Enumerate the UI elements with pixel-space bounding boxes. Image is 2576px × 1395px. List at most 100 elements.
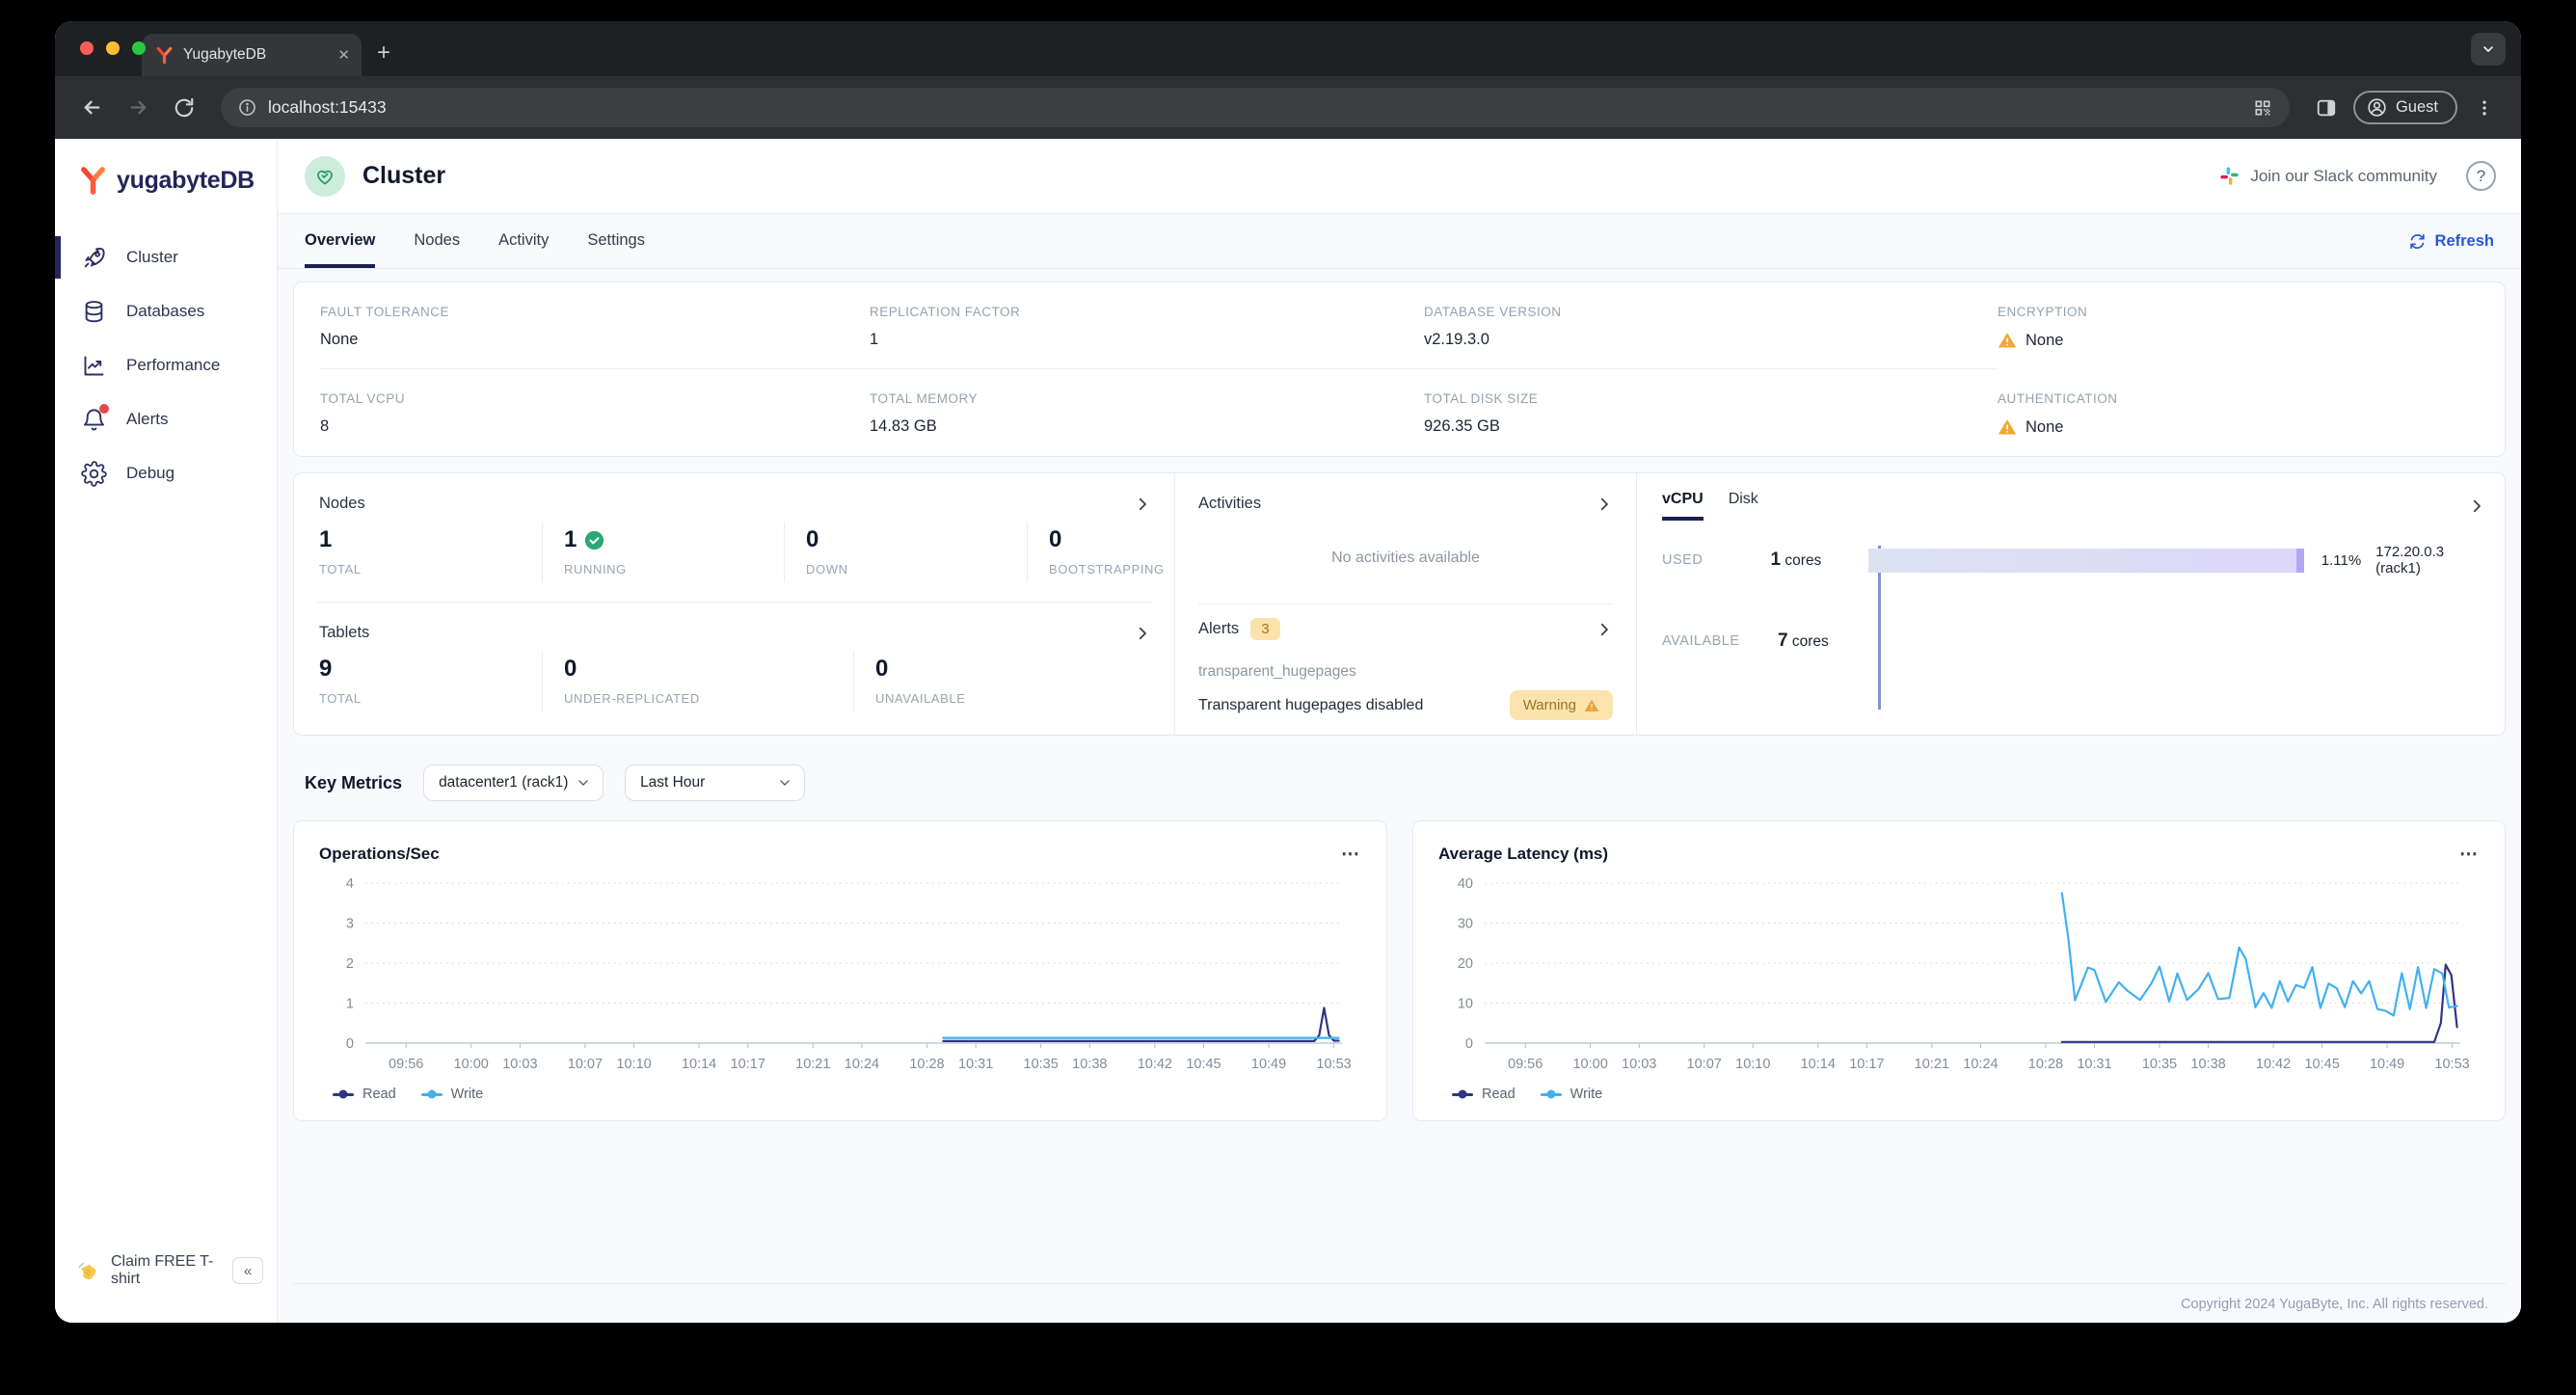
tablets-chevron-button[interactable] — [1134, 625, 1151, 642]
stat-value: 1 — [564, 526, 784, 553]
sidebar-item-cluster[interactable]: Cluster — [55, 230, 277, 284]
svg-text:10:53: 10:53 — [2434, 1057, 2469, 1072]
tab-favicon — [155, 46, 174, 65]
content: FAULT TOLERANCE None REPLICATION FACTOR … — [278, 269, 2521, 1323]
sidebar: yugabyteDB Cluster Databases Performance… — [55, 139, 278, 1323]
chart-title: Operations/Sec — [319, 845, 440, 863]
stat-label: DOWN — [806, 562, 848, 577]
stat-nodes-total: 1 TOTAL — [319, 523, 542, 582]
stat-tablets-under-replicated: 0 UNDER-REPLICATED — [542, 652, 853, 711]
back-button[interactable] — [72, 89, 111, 127]
chart-menu-button[interactable]: ⋯ — [1341, 844, 1361, 866]
region-select-value: datacenter1 (rack1) — [439, 774, 569, 791]
svg-text:10: 10 — [1458, 997, 1473, 1012]
resources-tabs: vCPU Disk — [1662, 491, 2485, 521]
site-info-icon[interactable] — [238, 98, 256, 117]
legend-read[interactable]: Read — [1452, 1086, 1516, 1102]
chevron-down-icon — [2483, 46, 2493, 53]
legend-label: Write — [450, 1086, 484, 1102]
rocket-icon — [81, 245, 107, 271]
refresh-button[interactable]: Refresh — [2408, 214, 2494, 268]
minimize-window-button[interactable] — [106, 41, 120, 55]
sidebar-item-alerts[interactable]: Alerts — [55, 392, 277, 446]
url-text[interactable]: localhost:15433 — [268, 97, 2241, 118]
tab-title: YugabyteDB — [183, 46, 267, 63]
tab-close-icon[interactable]: ✕ — [337, 46, 350, 64]
info-value: None — [320, 331, 359, 348]
tab-vcpu[interactable]: vCPU — [1662, 491, 1704, 521]
footer: Copyright 2024 YugaByte, Inc. All rights… — [293, 1283, 2506, 1323]
chart-title: Average Latency (ms) — [1438, 845, 1609, 863]
reload-button[interactable] — [165, 89, 203, 127]
info-database-version: DATABASE VERSION v2.19.3.0 — [1424, 282, 1998, 369]
side-panel-button[interactable] — [2307, 89, 2346, 127]
key-metrics-title: Key Metrics — [305, 772, 403, 792]
region-select[interactable]: datacenter1 (rack1) — [423, 765, 604, 801]
svg-text:10:38: 10:38 — [2190, 1057, 2225, 1072]
browser-menu-button[interactable] — [2465, 89, 2504, 127]
tab-search-button[interactable] — [2471, 33, 2506, 66]
overview-card: Nodes 1 TOTAL 1 RUNNING 0 DOWN 0 BOOTSTR… — [293, 472, 2506, 736]
legend-write[interactable]: Write — [1540, 1086, 1602, 1102]
svg-text:10:42: 10:42 — [1138, 1057, 1172, 1072]
sidebar-item-debug[interactable]: Debug — [55, 446, 277, 500]
chevron-down-icon — [578, 780, 588, 787]
sidebar-nav: Cluster Databases Performance Alerts Deb… — [55, 230, 277, 500]
logo[interactable]: yugabyteDB — [55, 139, 277, 217]
forward-button[interactable] — [119, 89, 157, 127]
maximize-window-button[interactable] — [132, 41, 146, 55]
info-label: TOTAL DISK SIZE — [1424, 391, 1539, 406]
alert-red-dot — [99, 403, 109, 414]
svg-text:10:45: 10:45 — [2304, 1057, 2339, 1072]
activities-chevron-button[interactable] — [1596, 496, 1613, 513]
tab-settings[interactable]: Settings — [587, 214, 645, 268]
tab-nodes[interactable]: Nodes — [414, 214, 460, 268]
alerts-chevron-button[interactable] — [1596, 621, 1613, 638]
nodes-chevron-button[interactable] — [1134, 496, 1151, 513]
available-value: 7 — [1778, 630, 1788, 651]
url-bar[interactable]: localhost:15433 — [221, 88, 2290, 127]
tab-activity[interactable]: Activity — [498, 214, 549, 268]
time-range-select[interactable]: Last Hour — [625, 765, 806, 801]
sidebar-item-databases[interactable]: Databases — [55, 284, 277, 338]
qr-code-icon[interactable] — [2253, 98, 2272, 118]
divider — [317, 602, 1151, 603]
info-encryption: ENCRYPTION None — [1998, 282, 2479, 369]
tshirt-promo-label[interactable]: Claim FREE T-shirt — [111, 1253, 221, 1288]
charts-row: Operations/Sec ⋯ 0 1 2 3 4 09:56 10:00 10:03 10:… — [293, 820, 2506, 1121]
tablets-stats: 9 TOTAL 0 UNDER-REPLICATED 0 UNAVAILABLE — [294, 650, 1174, 721]
vcpu-used-row: USED 1 cores 1.11% 172.20.0.3 (rack1) — [1662, 544, 2485, 577]
refresh-icon — [2409, 233, 2425, 249]
tab-overview[interactable]: Overview — [305, 214, 376, 268]
stat-tablets-total: 9 TOTAL — [319, 652, 542, 711]
help-button[interactable]: ? — [2466, 161, 2496, 191]
sidebar-item-performance[interactable]: Performance — [55, 338, 277, 392]
vcpu-used-bar — [1867, 548, 2304, 573]
info-total-vcpu: TOTAL VCPU 8 — [320, 369, 870, 456]
resources-chevron-button[interactable] — [2468, 497, 2485, 515]
profile-button[interactable]: Guest — [2352, 91, 2457, 124]
used-unit: cores — [1784, 552, 1822, 569]
tab-disk[interactable]: Disk — [1729, 491, 1758, 521]
new-tab-button[interactable]: + — [377, 40, 390, 67]
svg-text:10:24: 10:24 — [845, 1057, 879, 1072]
cluster-health-badge — [305, 155, 345, 197]
svg-text:10:00: 10:00 — [454, 1057, 489, 1072]
slack-link-label: Join our Slack community — [2250, 166, 2437, 185]
svg-text:10:21: 10:21 — [795, 1057, 830, 1072]
alert-name[interactable]: transparent_hugepages — [1198, 663, 1613, 681]
used-node: 172.20.0.3 (rack1) — [2375, 544, 2445, 577]
browser-tab[interactable]: YugabyteDB ✕ — [142, 34, 362, 76]
legend-write[interactable]: Write — [420, 1086, 484, 1102]
close-window-button[interactable] — [80, 41, 94, 55]
legend-read[interactable]: Read — [333, 1086, 396, 1102]
write-series-marker — [420, 1092, 443, 1096]
slack-community-link[interactable]: Join our Slack community — [2219, 166, 2437, 186]
warning-label: Warning — [1522, 697, 1576, 713]
chart-menu-button[interactable]: ⋯ — [2459, 844, 2480, 866]
sidebar-item-label: Databases — [126, 302, 205, 320]
nodes-title: Nodes — [319, 495, 365, 512]
app-root: yugabyteDB Cluster Databases Performance… — [55, 139, 2521, 1323]
nodes-header: Nodes — [294, 483, 1174, 521]
sidebar-collapse-button[interactable]: « — [232, 1257, 263, 1284]
